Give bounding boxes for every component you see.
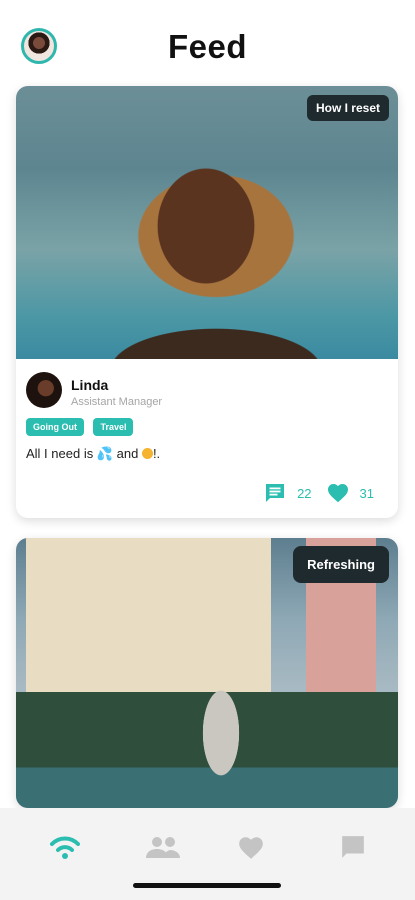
- people-icon: [146, 837, 180, 858]
- caption-text-middle: and: [113, 446, 142, 461]
- nav-item-people[interactable]: [143, 832, 183, 862]
- nav-item-messages[interactable]: [333, 832, 373, 862]
- dash-emoji-icon: 💦: [96, 446, 114, 461]
- sun-emoji-icon: [141, 448, 153, 459]
- comment-icon[interactable]: [263, 481, 287, 505]
- home-indicator: [133, 883, 281, 888]
- tag-chip-going-out[interactable]: Going Out: [26, 418, 84, 436]
- like-heart-icon[interactable]: [326, 481, 350, 505]
- heart-icon: [239, 837, 263, 859]
- post-caption: All I need is 💦 and !.: [26, 446, 160, 462]
- like-count: 31: [359, 485, 374, 501]
- post-photo[interactable]: [16, 86, 398, 359]
- header: Feed: [0, 0, 415, 90]
- caption-text-start: All I need is: [26, 446, 97, 461]
- nav-item-feed[interactable]: [45, 832, 85, 862]
- author-role: Assistant Manager: [71, 396, 163, 408]
- author-name: Linda: [71, 377, 109, 393]
- post-card[interactable]: Refreshing: [16, 538, 398, 808]
- photo-tag[interactable]: How I reset: [306, 95, 389, 121]
- caption-text-end: !.: [152, 446, 161, 461]
- chat-icon: [342, 836, 364, 858]
- page-title: Feed: [167, 28, 248, 65]
- comment-count: 22: [297, 485, 312, 501]
- wifi-feed-icon: [50, 836, 80, 859]
- author-row[interactable]: Linda Assistant Manager: [26, 372, 386, 412]
- author-avatar[interactable]: [26, 372, 62, 408]
- post-stats: 22 31: [263, 481, 374, 505]
- photo-tag[interactable]: Refreshing: [293, 546, 389, 583]
- nav-item-favorites[interactable]: [231, 832, 271, 862]
- tag-list: Going Out Travel: [26, 417, 138, 436]
- post-card[interactable]: How I reset Linda Assistant Manager Goin…: [16, 86, 398, 518]
- tag-chip-travel[interactable]: Travel: [93, 418, 134, 436]
